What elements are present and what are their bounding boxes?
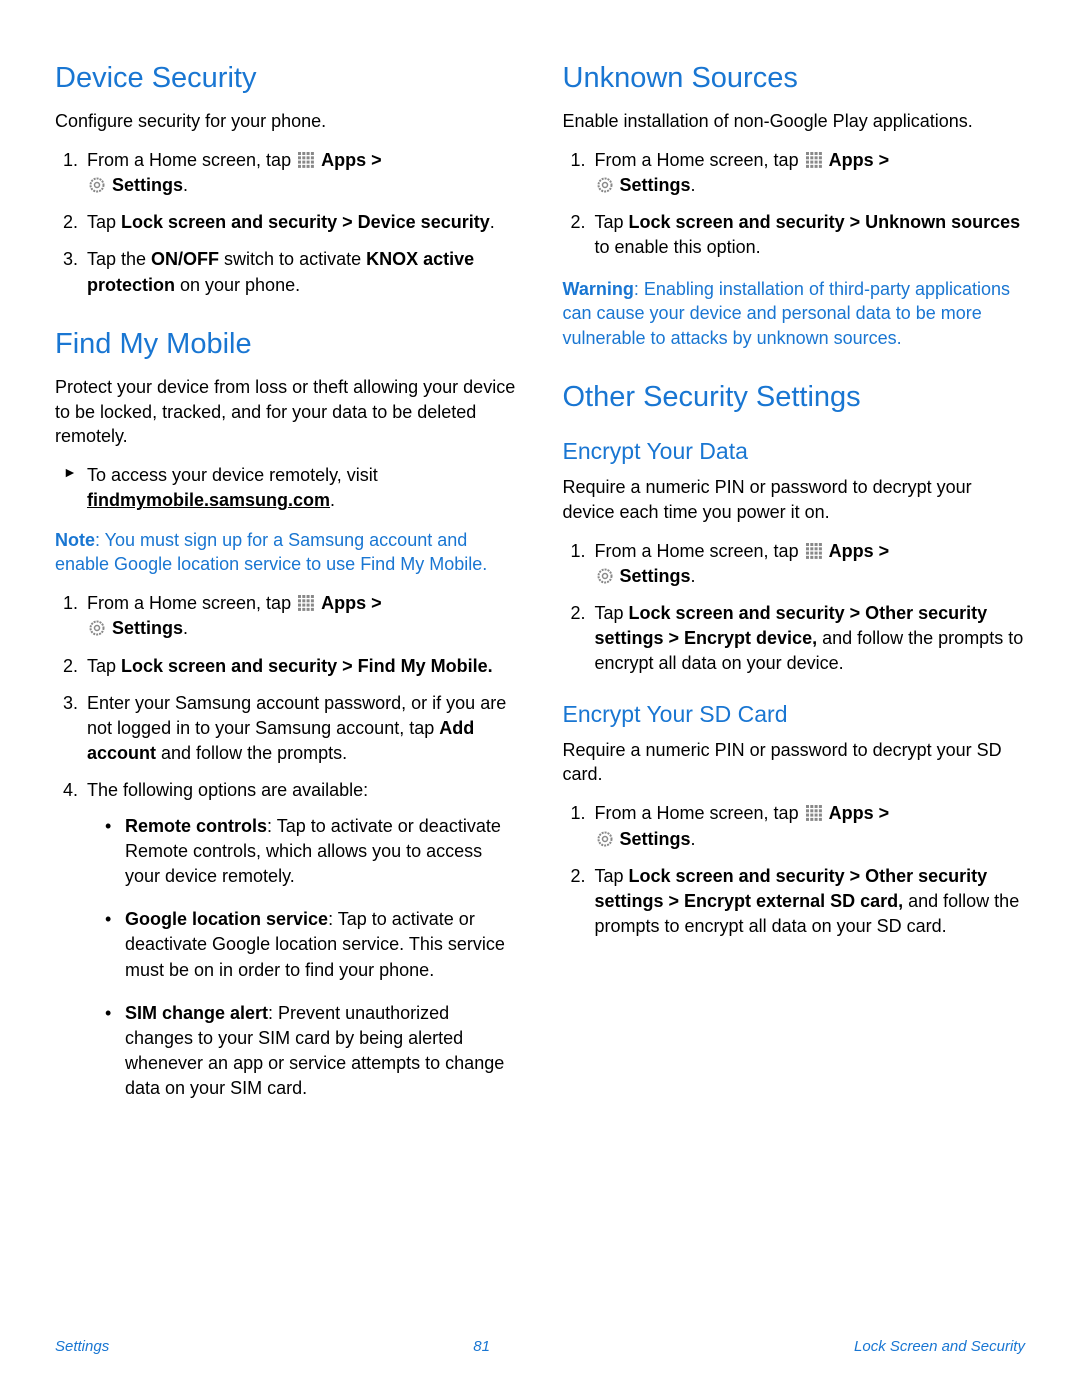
intro-text: Enable installation of non-Google Play a… [563,109,1026,134]
heading-unknown-sources: Unknown Sources [563,62,1026,95]
footer-right: Lock Screen and Security [854,1338,1025,1355]
page-footer: Settings 81 Lock Screen and Security [55,1338,1025,1355]
settings-ring-icon [89,620,105,636]
note-text: Note: You must sign up for a Samsung acc… [55,528,518,578]
intro-text: Require a numeric PIN or password to dec… [563,738,1026,788]
footer-left: Settings [55,1338,109,1355]
footer-center: 81 [473,1338,490,1355]
step-item: Tap Lock screen and security > Device se… [83,210,518,235]
warning-text: Warning: Enabling installation of third-… [563,277,1026,351]
apps-grid-icon [298,595,314,611]
settings-ring-icon [597,177,613,193]
heading-find-my-mobile: Find My Mobile [55,328,518,361]
intro-text: Require a numeric PIN or password to dec… [563,475,1026,525]
step-item: Tap Lock screen and security > Other sec… [591,864,1026,940]
arrow-list: To access your device remotely, visit fi… [55,463,518,513]
steps-list: From a Home screen, tap Apps > Settings.… [563,801,1026,939]
step-item: From a Home screen, tap Apps > Settings. [591,539,1026,589]
settings-ring-icon [597,568,613,584]
step-item: From a Home screen, tap Apps > Settings. [83,148,518,198]
step-item: From a Home screen, tap Apps > Settings. [83,591,518,641]
left-column: Device Security Configure security for y… [55,58,518,1131]
option-item: Remote controls: Tap to activate or deac… [105,814,518,890]
section-unknown-sources: Unknown Sources Enable installation of n… [563,62,1026,351]
apps-grid-icon [806,543,822,559]
steps-list: From a Home screen, tap Apps > Settings.… [55,148,518,298]
options-list: Remote controls: Tap to activate or deac… [87,814,518,1102]
step-item: Tap the ON/OFF switch to activate KNOX a… [83,247,518,297]
section-device-security: Device Security Configure security for y… [55,62,518,298]
arrow-item: To access your device remotely, visit fi… [63,463,518,513]
step-item: Tap Lock screen and security > Unknown s… [591,210,1026,260]
heading-other-security: Other Security Settings [563,381,1026,414]
step-item: From a Home screen, tap Apps > Settings. [591,148,1026,198]
intro-text: Configure security for your phone. [55,109,518,134]
settings-ring-icon [89,177,105,193]
subheading-encrypt-data: Encrypt Your Data [563,438,1026,465]
apps-grid-icon [806,805,822,821]
step-item: From a Home screen, tap Apps > Settings. [591,801,1026,851]
section-other-security: Other Security Settings Encrypt Your Dat… [563,381,1026,939]
steps-list: From a Home screen, tap Apps > Settings.… [563,539,1026,677]
section-find-my-mobile: Find My Mobile Protect your device from … [55,328,518,1102]
steps-list: From a Home screen, tap Apps > Settings.… [563,148,1026,261]
option-item: SIM change alert: Prevent unauthorized c… [105,1001,518,1102]
step-item: The following options are available: Rem… [83,778,518,1101]
option-item: Google location service: Tap to activate… [105,907,518,983]
steps-list: From a Home screen, tap Apps > Settings.… [55,591,518,1101]
settings-ring-icon [597,831,613,847]
subheading-encrypt-sd: Encrypt Your SD Card [563,701,1026,728]
apps-grid-icon [298,152,314,168]
heading-device-security: Device Security [55,62,518,95]
step-item: Tap Lock screen and security > Other sec… [591,601,1026,677]
step-item: Tap Lock screen and security > Find My M… [83,654,518,679]
apps-grid-icon [806,152,822,168]
right-column: Unknown Sources Enable installation of n… [563,58,1026,1131]
intro-text: Protect your device from loss or theft a… [55,375,518,449]
page-content: Device Security Configure security for y… [0,0,1080,1131]
step-item: Enter your Samsung account password, or … [83,691,518,767]
